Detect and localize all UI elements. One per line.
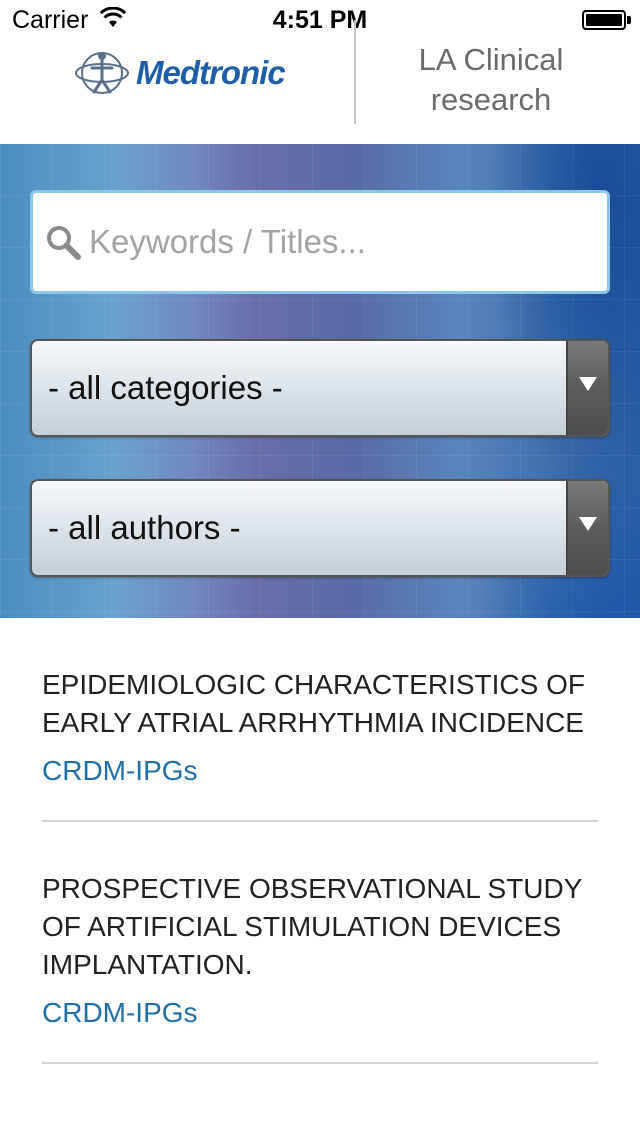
- results-list: EPIDEMIOLOGIC CHARACTERISTICS OF EARLY A…: [42, 618, 598, 1064]
- status-bar: Carrier 4:51 PM: [0, 0, 640, 40]
- category-select[interactable]: - all categories -: [30, 339, 610, 437]
- result-title[interactable]: PROSPECTIVE OBSERVATIONAL STUDY OF ARTIF…: [42, 870, 598, 984]
- search-box[interactable]: [30, 190, 610, 294]
- list-item[interactable]: EPIDEMIOLOGIC CHARACTERISTICS OF EARLY A…: [42, 618, 598, 822]
- chevron-down-icon[interactable]: [566, 481, 608, 575]
- result-title[interactable]: EPIDEMIOLOGIC CHARACTERISTICS OF EARLY A…: [42, 666, 598, 742]
- medtronic-logo: Medtronic: [74, 46, 286, 100]
- logo-text: Medtronic: [136, 54, 286, 91]
- result-category-link[interactable]: CRDM-IPGs: [42, 752, 598, 790]
- author-select-value: - all authors -: [48, 509, 241, 546]
- chevron-down-icon[interactable]: [566, 341, 608, 435]
- app-screen: Carrier 4:51 PM Medtronic LA Clinical re…: [0, 0, 640, 1136]
- author-select[interactable]: - all authors -: [30, 479, 610, 577]
- category-select-value: - all categories -: [48, 369, 283, 406]
- clock: 4:51 PM: [272, 6, 368, 34]
- header-divider: [354, 20, 356, 124]
- page-title: LA Clinical research: [418, 42, 564, 117]
- result-category-link[interactable]: CRDM-IPGs: [42, 994, 598, 1032]
- battery-tip: [627, 16, 631, 24]
- list-item[interactable]: PROSPECTIVE OBSERVATIONAL STUDY OF ARTIF…: [42, 822, 598, 1064]
- search-panel: - all categories - - all authors -: [0, 144, 640, 618]
- app-header: Medtronic LA Clinical research: [0, 20, 640, 144]
- search-icon: [47, 226, 81, 260]
- battery-icon: [582, 10, 626, 30]
- search-input[interactable]: [87, 222, 591, 262]
- medtronic-emblem-icon: [75, 52, 129, 94]
